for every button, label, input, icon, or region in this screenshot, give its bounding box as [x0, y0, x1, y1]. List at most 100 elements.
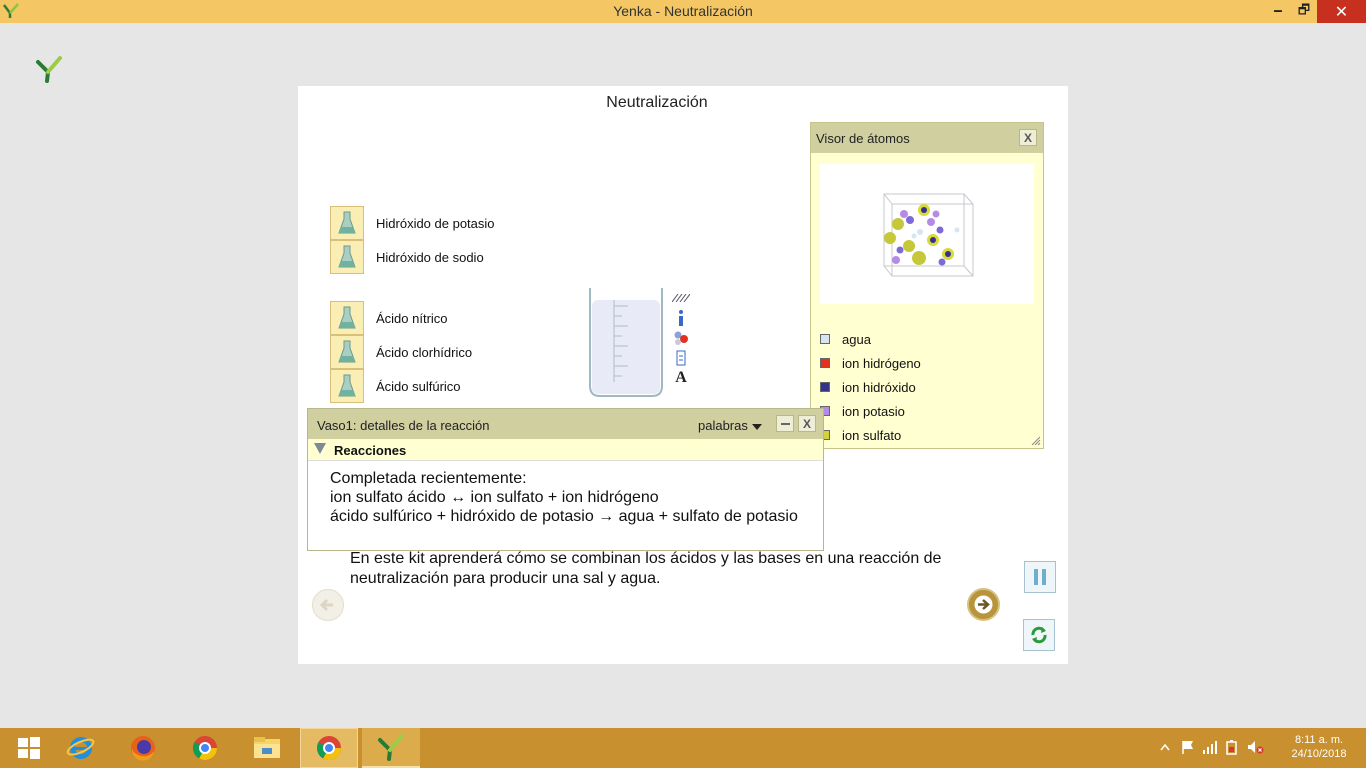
yenka-logo-icon[interactable]	[34, 54, 64, 84]
chemical-label: Ácido nítrico	[376, 310, 448, 326]
legend-item-potassium-ion: ion potasio	[820, 399, 921, 423]
chrome-icon	[192, 736, 217, 761]
flask-button[interactable]	[330, 301, 364, 335]
start-button[interactable]	[0, 728, 58, 768]
collapse-triangle-icon	[314, 443, 326, 454]
pause-icon	[1034, 569, 1046, 585]
display-mode-dropdown[interactable]: palabras	[698, 418, 762, 433]
flask-icon	[338, 374, 356, 397]
chemical-label: Ácido sulfúrico	[376, 378, 461, 394]
system-tray	[1160, 728, 1268, 768]
close-button[interactable]: ✕	[1317, 0, 1366, 23]
reaction-details-close-button[interactable]: X	[798, 415, 816, 432]
taskbar-clock[interactable]: 8:11 a. m. 24/10/2018	[1284, 733, 1354, 761]
atoms-icon[interactable]	[672, 329, 690, 347]
chemical-item-sodium-hydroxide[interactable]: Hidróxido de sodio	[330, 240, 484, 274]
beaker-toolbar: A	[672, 289, 692, 389]
battery-icon[interactable]	[1224, 739, 1246, 758]
chemical-label: Hidróxido de potasio	[376, 215, 495, 231]
simulation-panel: Neutralización Hidróxido de potasio Hidr…	[298, 86, 1068, 664]
flask-button[interactable]	[330, 206, 364, 240]
cylinder-icon[interactable]	[672, 349, 690, 367]
atom-3d-view[interactable]	[820, 164, 1034, 304]
taskbar-file-explorer[interactable]	[238, 728, 296, 768]
chevron-down-icon	[751, 423, 762, 430]
clock-date: 24/10/2018	[1291, 748, 1347, 760]
reaction-equation: ácido sulfúrico + hidróxido de potasio →…	[330, 508, 798, 525]
restore-button[interactable]: 🗗	[1291, 0, 1317, 23]
folder-icon	[254, 737, 280, 758]
reactions-section-label: Reacciones	[334, 443, 407, 458]
reactions-section-header[interactable]: Reacciones	[308, 439, 823, 461]
reaction-details-title: Vaso1: detalles de la reacción	[317, 418, 490, 433]
flask-button[interactable]	[330, 369, 364, 403]
atom-viewer-header[interactable]: Visor de átomos X	[811, 123, 1043, 153]
reset-button[interactable]	[1023, 619, 1055, 651]
flask-icon	[338, 306, 356, 329]
taskbar-chrome-open[interactable]	[300, 728, 358, 768]
volume-muted-icon[interactable]	[1246, 739, 1268, 758]
taskbar-firefox[interactable]	[114, 728, 172, 768]
internet-explorer-icon	[66, 737, 95, 759]
hatch-icon[interactable]	[672, 289, 690, 307]
back-button[interactable]	[312, 589, 344, 621]
legend-item-water: agua	[820, 327, 921, 351]
flask-button[interactable]	[330, 335, 364, 369]
legend-label: ion potasio	[842, 403, 905, 419]
display-mode-value: palabras	[698, 418, 748, 433]
legend-item-hydrogen-ion: ion hidrógeno	[820, 351, 921, 375]
yenka-app-icon	[378, 734, 404, 761]
resize-grip-icon[interactable]	[1031, 436, 1041, 446]
chevron-up-icon[interactable]	[1160, 742, 1174, 754]
chemical-label: Ácido clorhídrico	[376, 344, 473, 360]
text-tool-icon[interactable]: A	[672, 369, 690, 387]
reaction-equation: ion sulfato ácido ↔ ion sulfato + ion hi…	[330, 489, 659, 506]
info-icon[interactable]	[672, 309, 690, 327]
chemical-item-hydrochloric-acid[interactable]: Ácido clorhídrico	[330, 335, 472, 369]
flask-icon	[338, 211, 356, 234]
minimize-button[interactable]: 🗕	[1265, 0, 1291, 23]
atom-viewer-close-button[interactable]: X	[1019, 129, 1037, 146]
window-title: Yenka - Neutralización	[613, 3, 753, 19]
chrome-icon	[316, 736, 341, 761]
taskbar: 8:11 a. m. 24/10/2018	[0, 728, 1366, 768]
flag-icon[interactable]	[1180, 739, 1202, 758]
legend-item-hydroxide-ion: ion hidróxido	[820, 375, 921, 399]
reaction-details-minimize-button[interactable]	[776, 415, 794, 432]
chemical-item-nitric-acid[interactable]: Ácido nítrico	[330, 301, 448, 335]
refresh-icon	[1031, 626, 1047, 644]
pause-button[interactable]	[1024, 561, 1056, 593]
legend-swatch	[820, 382, 830, 392]
windows-icon	[18, 737, 40, 759]
chemical-label: Hidróxido de sodio	[376, 249, 484, 265]
network-signal-icon[interactable]	[1202, 740, 1224, 757]
legend-swatch	[820, 334, 830, 344]
arrow-right-icon	[974, 595, 993, 614]
intro-text: En este kit aprenderá cómo se combinan l…	[350, 550, 942, 587]
taskbar-chrome[interactable]	[176, 728, 234, 768]
taskbar-internet-explorer[interactable]	[52, 728, 110, 768]
minus-icon	[781, 423, 790, 425]
legend-item-sulfate-ion: ion sulfato	[820, 423, 921, 447]
page-title: Neutralización	[606, 94, 708, 111]
firefox-icon	[131, 736, 155, 761]
chemical-item-potassium-hydroxide[interactable]: Hidróxido de potasio	[330, 206, 495, 240]
legend-label: ion sulfato	[842, 427, 902, 443]
reactions-list: Completada recientemente: ion sulfato ác…	[308, 461, 820, 526]
reaction-status-text: Completada recientemente:	[330, 470, 527, 487]
flask-icon	[338, 245, 356, 268]
arrow-left-icon	[319, 598, 333, 612]
taskbar-yenka[interactable]	[362, 728, 420, 768]
legend-label: agua	[842, 331, 871, 347]
atom-legend: agua ion hidrógeno ion hidróxido ion pot…	[820, 327, 921, 447]
legend-label: ion hidrógeno	[842, 355, 921, 371]
next-button[interactable]	[967, 588, 1000, 621]
reaction-details-header[interactable]: Vaso1: detalles de la reacción palabras …	[308, 409, 823, 439]
reaction-details-window: Vaso1: detalles de la reacción palabras …	[307, 408, 824, 551]
flask-button[interactable]	[330, 240, 364, 274]
flask-icon	[338, 340, 356, 363]
legend-swatch	[820, 358, 830, 368]
clock-time: 8:11 a. m.	[1294, 734, 1344, 746]
chemical-item-sulfuric-acid[interactable]: Ácido sulfúrico	[330, 369, 461, 403]
beaker[interactable]	[588, 286, 664, 398]
